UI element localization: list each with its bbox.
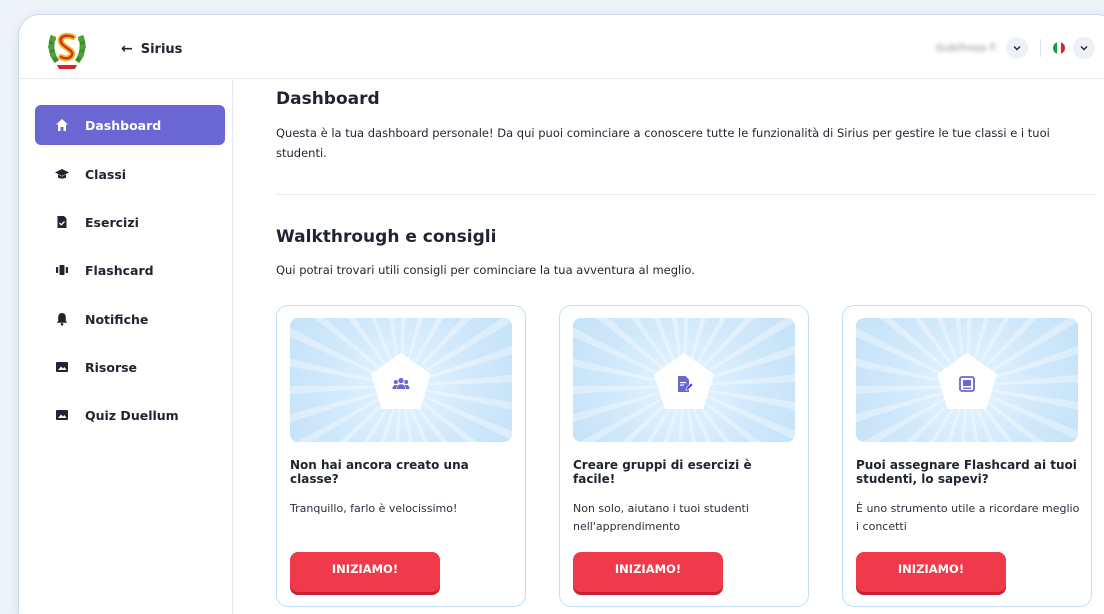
start-button-esercizi[interactable]: INIZIAMO! — [573, 552, 723, 592]
tip-card-esercizi: Creare gruppi di esercizi è facile! Non … — [559, 305, 809, 607]
page-intro: Questa è la tua dashboard personale! Da … — [276, 126, 1050, 160]
header-separator — [1040, 39, 1041, 57]
app-window: ← Sirius Gubifrosa F. Dashboard Classi E… — [18, 14, 1104, 614]
bell-icon — [56, 313, 68, 326]
user-menu-button[interactable] — [1006, 37, 1028, 59]
sidebar-item-label: Dashboard — [85, 117, 162, 133]
sidebar-item-risorse[interactable]: Risorse — [35, 347, 225, 387]
card-title: Non hai ancora creato una classe? — [290, 458, 469, 486]
home-icon — [56, 119, 68, 131]
card-title: Creare gruppi di esercizi è facile! — [573, 458, 752, 486]
sidebar-item-dashboard[interactable]: Dashboard — [35, 105, 225, 145]
sidebar-item-label: Esercizi — [85, 214, 139, 230]
section-divider — [276, 194, 1096, 195]
flashcard-icon — [959, 376, 975, 392]
sidebar-item-label: Flashcard — [85, 262, 154, 278]
sirius-logo-icon[interactable] — [45, 27, 89, 71]
document-edit-icon — [678, 376, 693, 392]
sidebar-item-flashcard[interactable]: Flashcard — [35, 250, 225, 290]
card-description: Tranquillo, farlo è velocissimo! — [290, 502, 458, 515]
sidebar-item-label: Risorse — [85, 359, 138, 375]
sidebar-item-label: Quiz Duellum — [85, 407, 179, 423]
italy-flag-icon[interactable] — [1053, 42, 1065, 54]
graduation-cap-icon — [55, 169, 69, 179]
top-header: ← Sirius Gubifrosa F. — [19, 15, 1104, 79]
image-icon — [56, 410, 68, 420]
card-description: Non solo, aiutano i tuoi studenti nell'a… — [573, 502, 749, 533]
cards-icon — [56, 265, 68, 275]
walkthrough-subtitle: Qui potrai trovari utili consigli per co… — [276, 263, 695, 277]
walkthrough-title: Walkthrough e consigli — [276, 227, 497, 247]
sidebar-item-quiz-duellum[interactable]: Quiz Duellum — [35, 395, 225, 435]
sidebar-item-classi[interactable]: Classi — [35, 154, 225, 194]
chevron-down-icon — [1080, 46, 1088, 51]
card-illustration — [573, 318, 795, 442]
arrow-left-icon: ← — [121, 41, 133, 57]
sidebar: Dashboard Classi Esercizi Flashcard Noti… — [19, 79, 233, 614]
chevron-down-icon — [1013, 46, 1021, 51]
sidebar-item-notifiche[interactable]: Notifiche — [35, 299, 225, 339]
tip-card-classi: Non hai ancora creato una classe? Tranqu… — [276, 305, 526, 607]
sidebar-item-label: Notifiche — [85, 311, 149, 327]
back-link[interactable]: ← Sirius — [121, 41, 182, 57]
user-name: Gubifrosa F. — [935, 42, 998, 54]
user-area: Gubifrosa F. — [936, 37, 1095, 59]
main-content: Dashboard Questa è la tua dashboard pers… — [233, 79, 1104, 614]
page-title: Dashboard — [276, 89, 380, 109]
tip-card-flashcard: Puoi assegnare Flashcard ai tuoi student… — [842, 305, 1092, 607]
card-illustration — [856, 318, 1078, 442]
image-icon — [56, 362, 68, 372]
back-link-label: Sirius — [140, 41, 183, 57]
sidebar-item-label: Classi — [85, 166, 127, 182]
card-title: Puoi assegnare Flashcard ai tuoi student… — [856, 458, 1077, 486]
start-button-classi[interactable]: INIZIAMO! — [290, 552, 440, 592]
card-description: È uno strumento utile a ricordare meglio… — [856, 502, 1080, 533]
document-check-icon — [57, 216, 67, 228]
start-button-flashcard[interactable]: INIZIAMO! — [856, 552, 1006, 592]
sidebar-item-esercizi[interactable]: Esercizi — [35, 202, 225, 242]
card-illustration — [290, 318, 512, 442]
users-group-icon — [392, 377, 410, 389]
language-menu-button[interactable] — [1073, 37, 1095, 59]
